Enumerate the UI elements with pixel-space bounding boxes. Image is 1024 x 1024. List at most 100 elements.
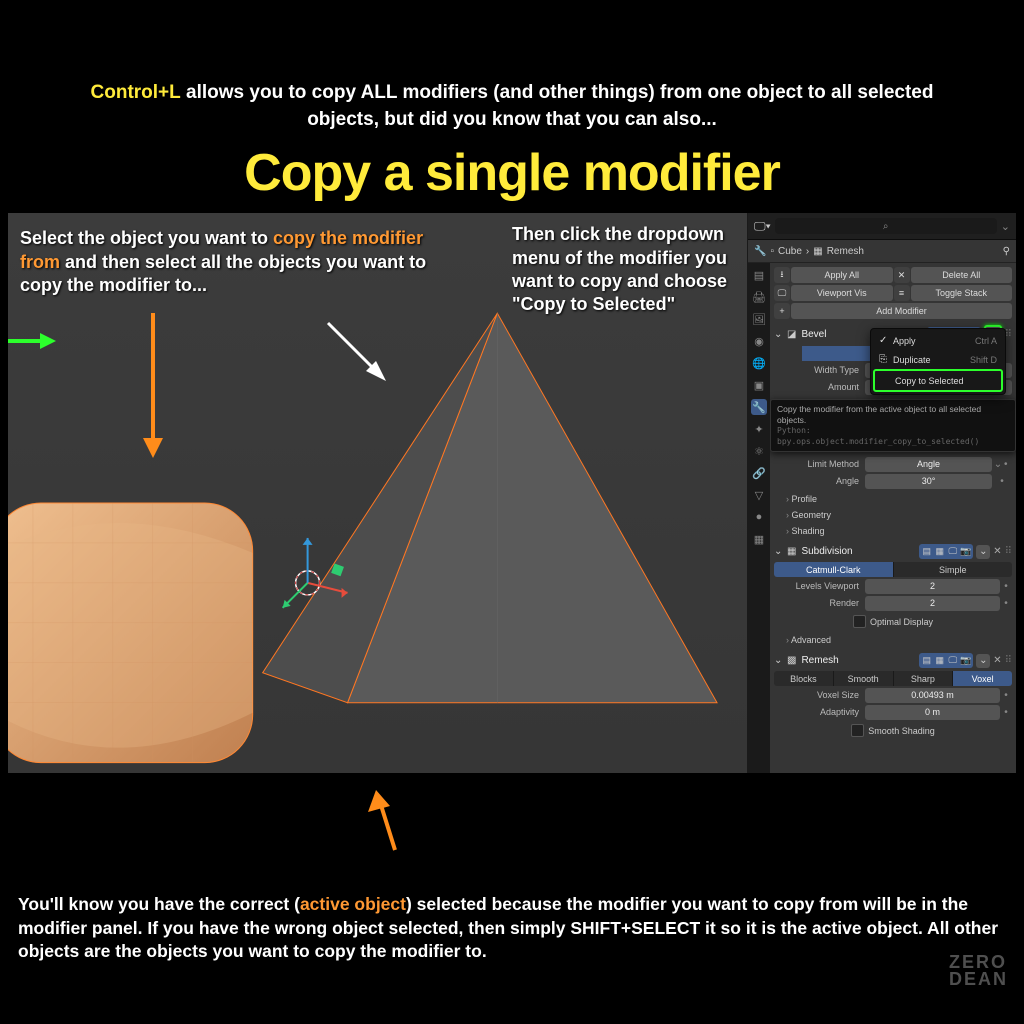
properties-sidebar: 🖵▾ ⌕ ⌄ 🔧 ▫ Cube › ▦ Remesh ⚲ ▤ 🖨 🖼 ◉ 🌐 ▣… [747, 213, 1016, 773]
subdiv-dropdown-button[interactable]: ⌄ [976, 545, 990, 559]
intro-text: Control+L allows you to copy ALL modifie… [60, 80, 964, 133]
tab-mesh-icon[interactable]: ▽ [751, 487, 767, 503]
viewport-3d[interactable]: Select the object you want to copy the m… [8, 213, 747, 773]
adaptivity-label: Adaptivity [774, 707, 865, 717]
amount-label: Amount [774, 382, 865, 392]
remesh-icon: ▦ [813, 246, 822, 257]
main-content: Select the object you want to copy the m… [8, 213, 1016, 773]
wrench-icon: 🔧 [754, 246, 766, 257]
tooltip-copy-to-selected: Copy the modifier from the active object… [770, 399, 1016, 452]
drag-handle-icon[interactable]: ⠿ [1005, 655, 1012, 666]
tab-scene-icon[interactable]: ◉ [751, 333, 767, 349]
sidebar-top-bar: 🖵▾ ⌕ ⌄ [748, 213, 1016, 240]
subdiv-catmull-tab[interactable]: Catmull-Clark [774, 562, 894, 577]
width-type-label: Width Type [774, 365, 865, 375]
modifier-panel: ⭳ Apply All ✕ Delete All 🖵 Viewport Vis … [770, 263, 1016, 773]
add-modifier-button[interactable]: Add Modifier [791, 303, 1012, 319]
tab-viewlayer-icon[interactable]: 🖼 [751, 311, 767, 327]
tab-output-icon[interactable]: 🖨 [751, 289, 767, 305]
smooth-shading-row[interactable]: Smooth Shading [774, 721, 1012, 740]
bevel-shading-section[interactable]: Shading [774, 522, 1012, 538]
angle-label: Angle [774, 476, 865, 486]
header-area: Control+L allows you to copy ALL modifie… [0, 0, 1024, 213]
chevron-down-icon[interactable]: ⌄ [774, 655, 784, 666]
viewport-vis-button[interactable]: Viewport Vis [791, 285, 893, 301]
toggle-stack-button[interactable]: Toggle Stack [911, 285, 1013, 301]
bevel-geometry-section[interactable]: Geometry [774, 506, 1012, 522]
highlight-active-object: active object [300, 894, 406, 914]
levels-vp-label: Levels Viewport [774, 581, 865, 591]
viewport-vis-icon[interactable]: 🖵 [774, 285, 790, 301]
tab-particles-icon[interactable]: ✦ [751, 421, 767, 437]
drag-handle-icon[interactable]: ⠿ [1005, 546, 1012, 557]
options-icon[interactable]: ⌄ [1001, 220, 1010, 233]
remesh-voxel-tab[interactable]: Voxel [953, 671, 1012, 686]
menu-duplicate[interactable]: ⎘ Duplicate Shift D [873, 350, 1003, 369]
voxel-size-label: Voxel Size [774, 690, 865, 700]
limit-method-label: Limit Method [774, 459, 865, 469]
tab-physics-icon[interactable]: ⚛ [751, 443, 767, 459]
intro-rest: allows you to copy ALL modifiers (and ot… [181, 82, 934, 130]
subdivision-icon: ▦ [787, 546, 796, 557]
watermark: ZERO DEAN [949, 954, 1008, 988]
page-title: Copy a single modifier [60, 143, 964, 203]
toggle-stack-icon[interactable]: ≡ [894, 285, 910, 301]
tab-material-icon[interactable]: ● [751, 509, 767, 525]
search-input[interactable]: ⌕ [775, 218, 997, 234]
modifier-dropdown-menu: ✓ Apply Ctrl A ⎘ Duplicate Shift D Copy … [870, 328, 1006, 395]
tab-texture-icon[interactable]: ▦ [751, 531, 767, 547]
chevron-down-icon[interactable]: ⌄ [774, 546, 784, 557]
breadcrumb-object[interactable]: Cube [778, 246, 802, 257]
duplicate-icon: ⎘ [879, 354, 893, 365]
instruction-left: Select the object you want to copy the m… [20, 227, 440, 297]
chevron-down-icon[interactable]: ⌄ [774, 329, 784, 340]
checkbox-icon[interactable] [853, 615, 866, 628]
bevel-profile-section[interactable]: Profile [774, 490, 1012, 506]
modifier-remesh-header[interactable]: ⌄ ▩ Remesh ▤▦🖵📷 ⌄ ✕ ⠿ [774, 651, 1012, 670]
bevel-icon: ◪ [787, 329, 796, 340]
subdiv-simple-tab[interactable]: Simple [894, 562, 1013, 577]
pin-icon[interactable]: ⚲ [1003, 246, 1010, 257]
adaptivity-value[interactable]: 0 m [865, 705, 1000, 720]
check-icon: ✓ [879, 335, 893, 346]
voxel-size-value[interactable]: 0.00493 m [865, 688, 1000, 703]
delete-all-button[interactable]: Delete All [911, 267, 1013, 283]
apply-all-icon[interactable]: ⭳ [774, 267, 790, 283]
arrow-orange-up [360, 790, 420, 860]
subdiv-advanced-section[interactable]: Advanced [774, 631, 1012, 647]
close-icon[interactable]: ✕ [993, 655, 1001, 666]
limit-method-value[interactable]: Angle [865, 457, 992, 472]
properties-tab-rail: ▤ 🖨 🖼 ◉ 🌐 ▣ 🔧 ✦ ⚛ 🔗 ▽ ● ▦ [748, 263, 770, 773]
editor-type-icon[interactable]: 🖵▾ [754, 219, 771, 234]
render-value[interactable]: 2 [865, 596, 1000, 611]
cube-icon: ▫ [770, 246, 774, 257]
modifier-name-remesh[interactable]: Remesh [799, 655, 916, 666]
menu-apply[interactable]: ✓ Apply Ctrl A [873, 331, 1003, 350]
close-icon[interactable]: ✕ [993, 546, 1001, 557]
tab-constraints-icon[interactable]: 🔗 [751, 465, 767, 481]
apply-all-button[interactable]: Apply All [791, 267, 893, 283]
levels-vp-value[interactable]: 2 [865, 579, 1000, 594]
delete-x-icon[interactable]: ✕ [894, 267, 910, 283]
optimal-display-row[interactable]: Optimal Display [774, 612, 1012, 631]
remesh-sharp-tab[interactable]: Sharp [894, 671, 954, 686]
tab-world-icon[interactable]: 🌐 [751, 355, 767, 371]
breadcrumb: 🔧 ▫ Cube › ▦ Remesh ⚲ [748, 240, 1016, 263]
remesh-dropdown-button[interactable]: ⌄ [976, 654, 990, 668]
tab-render-icon[interactable]: ▤ [751, 267, 767, 283]
add-icon[interactable]: + [774, 303, 790, 319]
subdiv-display-toggles[interactable]: ▤▦🖵📷 [919, 544, 973, 559]
breadcrumb-modifier[interactable]: Remesh [827, 246, 864, 257]
checkbox-icon[interactable] [851, 724, 864, 737]
menu-copy-to-selected[interactable]: Copy to Selected [873, 369, 1003, 392]
remesh-display-toggles[interactable]: ▤▦🖵📷 [919, 653, 973, 668]
modifier-subdivision-header[interactable]: ⌄ ▦ Subdivision ▤▦🖵📷 ⌄ ✕ ⠿ [774, 542, 1012, 561]
tab-modifiers-icon[interactable]: 🔧 [751, 399, 767, 415]
angle-value[interactable]: 30° [865, 474, 992, 489]
tab-object-icon[interactable]: ▣ [751, 377, 767, 393]
remesh-blocks-tab[interactable]: Blocks [774, 671, 834, 686]
render-label: Render [774, 598, 865, 608]
modifier-name-subdivision[interactable]: Subdivision [799, 546, 916, 557]
remesh-smooth-tab[interactable]: Smooth [834, 671, 894, 686]
instruction-right: Then click the dropdown menu of the modi… [512, 223, 737, 317]
